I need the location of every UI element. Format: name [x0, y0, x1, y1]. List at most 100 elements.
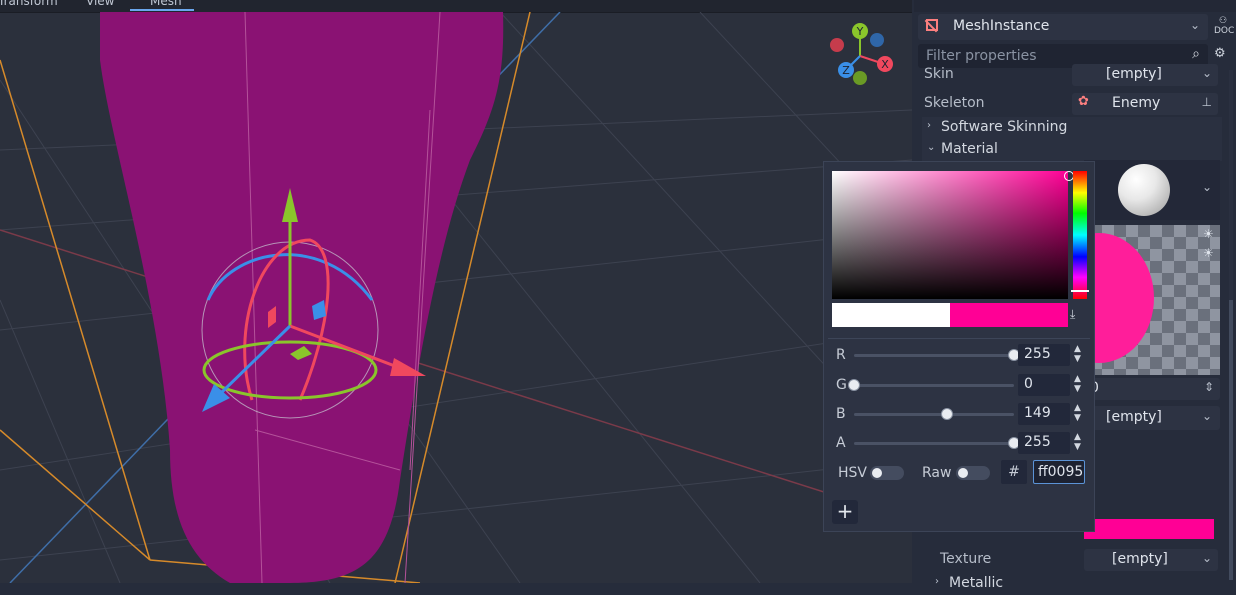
skin-value-picker[interactable]: [empty] ⌄ [1072, 64, 1218, 86]
chevron-down-icon: ⌄ [1201, 551, 1212, 565]
chevron-right-icon: › [935, 576, 939, 587]
green-slider-track[interactable] [854, 384, 1014, 387]
divider [828, 338, 1090, 339]
node-type-selector[interactable]: MeshInstance ⌄ [918, 14, 1208, 40]
3d-viewport[interactable]: Transform View Mesh Y X Z [0, 0, 912, 583]
spin-arrows-icon[interactable]: ⇕ [1204, 380, 1214, 394]
transform-menu[interactable]: Transform [0, 0, 58, 8]
red-spinbox[interactable]: 255 [1018, 344, 1070, 366]
albedo-color-swatch[interactable] [1084, 519, 1214, 539]
chevron-right-icon: › [927, 120, 931, 131]
toggle-knob [872, 468, 882, 478]
texture-value-picker[interactable]: [empty] ⌄ [1084, 549, 1218, 571]
light-toggle-icon[interactable]: ☀ [1203, 227, 1214, 241]
red-channel-row: R 255 ▲ ▼ [832, 344, 1090, 366]
doc-label: DOC [1214, 26, 1235, 36]
blue-slider-knob[interactable] [941, 408, 954, 420]
new-color-preview [950, 303, 1068, 327]
albedo-texture-property: Texture [empty] ⌄ [918, 549, 1222, 571]
hue-slider[interactable] [1073, 171, 1087, 299]
red-value: 255 [1024, 346, 1051, 362]
previous-color-preview[interactable] [832, 303, 950, 327]
alpha-channel-row: A 255 ▲ ▼ [832, 432, 1090, 454]
hue-marker[interactable] [1071, 290, 1089, 292]
skeleton-value: Enemy [1112, 95, 1161, 111]
skeleton-node-icon: ✿ [1078, 94, 1089, 109]
node-type-label: MeshInstance [953, 18, 1050, 34]
red-label: R [836, 347, 846, 363]
green-value: 0 [1024, 376, 1033, 392]
light-toggle-icon[interactable]: ☀ [1203, 246, 1214, 260]
clear-icon[interactable]: ⊥ [1202, 95, 1212, 109]
search-icon: ⌕ [1192, 46, 1200, 62]
spin-arrows-icon[interactable]: ▲ ▼ [1074, 432, 1081, 452]
inspector-scroll-thumb[interactable] [1229, 300, 1233, 580]
skeleton-label: Skeleton [924, 95, 985, 111]
render-priority-spinbox[interactable]: 0 ⇕ [1084, 378, 1220, 400]
hex-color-input[interactable]: ff0095 [1033, 460, 1085, 484]
neg-x-ball-icon[interactable] [830, 38, 844, 52]
spin-arrows-icon[interactable]: ▲ ▼ [1074, 344, 1081, 364]
green-label: G [836, 377, 847, 393]
neg-y-ball-icon[interactable] [853, 71, 867, 85]
toggle-knob [958, 468, 968, 478]
x-axis-label: X [881, 58, 889, 71]
scene-canvas[interactable]: Y X Z [0, 12, 912, 583]
neg-z-ball-icon[interactable] [870, 33, 884, 47]
spin-arrows-icon[interactable]: ▲ ▼ [1074, 374, 1081, 394]
albedo-checker-preview [1078, 225, 1220, 375]
hex-prefix-label: # [1001, 460, 1027, 484]
raw-label: Raw [922, 465, 952, 481]
y-axis-label: Y [856, 25, 864, 38]
property-tools-icon[interactable]: ⚙ [1214, 46, 1226, 61]
blue-spinbox[interactable]: 149 [1018, 403, 1070, 425]
color-picker-popup: ⤓ R 255 ▲ ▼ G 0 ▲ ▼ B 149 ▲ ▼ A 255 ▲ ▼ HSV … [823, 161, 1095, 532]
chevron-down-icon: ⌄ [1189, 18, 1200, 32]
mesh-capsule[interactable] [100, 12, 504, 583]
doc-icon: ⚇ [1218, 16, 1228, 26]
next-pass-picker[interactable]: [empty] ⌄ [1084, 406, 1220, 430]
skeleton-property: Skeleton ✿ Enemy ⊥ [918, 93, 1222, 115]
blue-channel-row: B 149 ▲ ▼ [832, 403, 1090, 425]
green-slider-knob[interactable] [848, 379, 860, 391]
skeleton-value-button[interactable]: ✿ Enemy ⊥ [1072, 93, 1218, 115]
chevron-down-icon: ⌄ [1201, 409, 1212, 423]
hsv-toggle[interactable] [870, 466, 904, 480]
alpha-value: 255 [1024, 434, 1051, 450]
green-spinbox[interactable]: 0 [1018, 374, 1070, 396]
filter-placeholder: Filter properties [926, 48, 1037, 64]
doc-button[interactable]: ⚇ DOC [1214, 16, 1235, 38]
view-menu[interactable]: View [86, 0, 114, 8]
skin-label: Skin [924, 66, 954, 82]
z-axis-label: Z [842, 64, 850, 77]
texture-label: Texture [940, 551, 992, 567]
orientation-gizmo[interactable]: Y X Z [830, 23, 893, 85]
add-preset-button[interactable]: + [832, 500, 858, 524]
saturation-value-area[interactable] [832, 171, 1074, 299]
raw-toggle[interactable] [956, 466, 990, 480]
mesh-instance-icon [926, 19, 938, 31]
material-preview[interactable]: ⌄ [1084, 160, 1220, 220]
skin-property: Skin [empty] ⌄ [918, 64, 1222, 88]
green-channel-row: G 0 ▲ ▼ [832, 374, 1090, 396]
metallic-section[interactable]: › Metallic [930, 573, 1220, 595]
mesh-menu-underline [130, 9, 194, 11]
mesh-menu[interactable]: Mesh [150, 0, 182, 8]
material-sphere-preview [1118, 164, 1170, 216]
alpha-spinbox[interactable]: 255 [1018, 432, 1070, 454]
blue-label: B [836, 406, 846, 422]
material-section[interactable]: ⌄ Material [922, 139, 1222, 161]
blue-slider-track[interactable] [854, 413, 1014, 416]
chevron-down-icon[interactable]: ⌄ [1202, 180, 1212, 194]
next-pass-value: [empty] [1106, 409, 1162, 425]
chevron-down-icon: ⌄ [927, 142, 936, 153]
red-slider-track[interactable] [854, 354, 1014, 357]
spin-arrows-icon[interactable]: ▲ ▼ [1074, 403, 1081, 423]
material-label: Material [941, 141, 998, 157]
texture-value: [empty] [1112, 551, 1168, 567]
alpha-slider-track[interactable] [854, 442, 1014, 445]
metallic-label: Metallic [949, 575, 1004, 591]
software-skinning-section[interactable]: › Software Skinning [922, 117, 1222, 139]
eyedropper-icon[interactable]: ⤓ [1070, 307, 1075, 322]
blue-value: 149 [1024, 405, 1051, 421]
